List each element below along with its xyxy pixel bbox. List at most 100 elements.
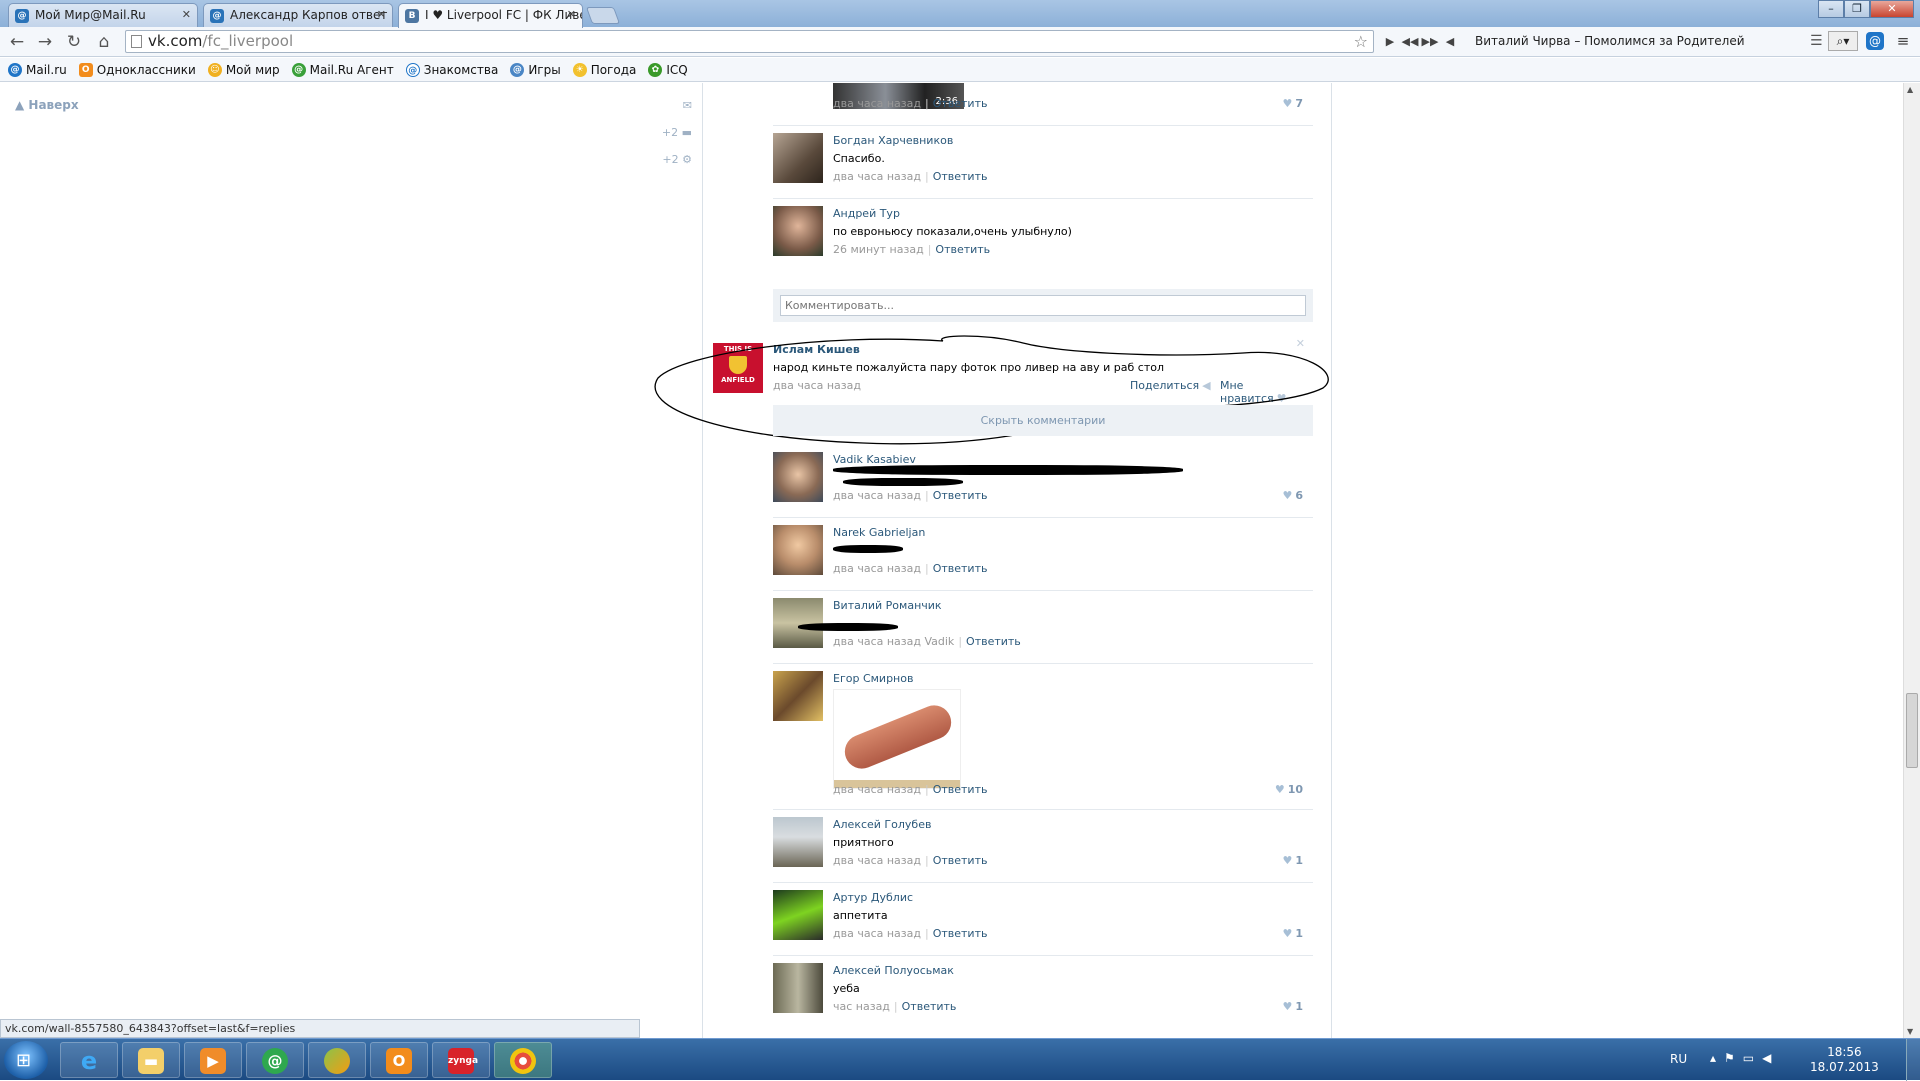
scroll-up-icon[interactable]: ▲ — [1907, 85, 1913, 94]
wrench-icon[interactable]: ≡ — [1894, 32, 1912, 50]
window-close-button[interactable]: ✕ — [1870, 0, 1914, 18]
bookmark-znakomstva[interactable]: @ Знакомства — [405, 62, 498, 77]
list-item: Narek Gabrieljan два часа назад | Ответить — [773, 518, 1313, 591]
author-link[interactable]: Narek Gabrieljan — [833, 526, 925, 539]
taskbar-agent[interactable]: @ — [246, 1042, 304, 1078]
likes-number: 1 — [1295, 854, 1303, 867]
like-count[interactable]: ♥ 1 — [1282, 1000, 1303, 1013]
taskbar-browser[interactable] — [308, 1042, 366, 1078]
scrollbar-thumb[interactable] — [1906, 693, 1918, 768]
clock[interactable]: 18:56 18.07.2013 — [1810, 1045, 1879, 1075]
reload-icon[interactable]: ↻ — [63, 31, 85, 53]
avatar[interactable] — [773, 890, 823, 940]
close-icon[interactable]: ✕ — [377, 8, 386, 21]
author-link[interactable]: Артур Дублис — [833, 891, 913, 904]
like-count[interactable]: ♥ 6 — [1282, 489, 1303, 502]
avatar[interactable] — [773, 963, 823, 1013]
author-link[interactable]: Алексей Полуосьмак — [833, 964, 954, 977]
new-tab-button[interactable] — [585, 7, 621, 24]
avatar[interactable] — [773, 206, 823, 256]
home-icon[interactable]: ⌂ — [93, 31, 115, 53]
bookmark-mailru[interactable]: @ Mail.ru — [8, 62, 67, 77]
avatar[interactable] — [773, 452, 823, 502]
vk-icon: B — [405, 9, 419, 23]
like-count[interactable]: ♥ 10 — [1275, 783, 1303, 796]
comment-input[interactable] — [780, 295, 1306, 316]
reply-link[interactable]: Ответить — [933, 489, 988, 502]
author-link[interactable]: Богдан Харчевников — [833, 134, 953, 147]
taskbar-chrome[interactable] — [494, 1042, 552, 1078]
avatar[interactable] — [773, 817, 823, 867]
reply-link[interactable]: Ответить — [935, 243, 990, 256]
reply-link[interactable]: Ответить — [966, 635, 1021, 648]
bookmark-moy-mir[interactable]: ☺ Мой мир — [207, 62, 280, 77]
like-count[interactable]: ♥ 1 — [1282, 854, 1303, 867]
messages-counter[interactable]: +2 ▬ — [660, 126, 692, 153]
avatar[interactable] — [773, 133, 823, 183]
mailru-icon: @ — [210, 9, 224, 23]
start-button[interactable]: ⊞ — [4, 1041, 48, 1079]
reply-meta: два часа назад | Ответить — [833, 562, 988, 575]
taskbar-ie[interactable]: e — [60, 1042, 118, 1078]
reply-link[interactable]: Ответить — [933, 170, 988, 183]
reply-link[interactable]: Ответить — [933, 97, 988, 110]
close-icon[interactable]: ✕ — [182, 8, 191, 21]
scroll-down-icon[interactable]: ▼ — [1907, 1027, 1913, 1036]
tab-liverpool[interactable]: B I ♥ Liverpool FC | ФК Ливе ✕ — [398, 3, 583, 28]
sausage-photo[interactable] — [833, 689, 961, 789]
volume-icon[interactable]: ◀ — [1440, 30, 1460, 53]
bookmark-games[interactable]: @ Игры — [510, 62, 561, 77]
page-scrollbar[interactable]: ▲ ▼ — [1903, 83, 1920, 1038]
taskbar-explorer[interactable]: ▬ — [122, 1042, 180, 1078]
tab-karpov[interactable]: @ Александр Карпов ответ ✕ — [203, 3, 393, 27]
play-icon[interactable]: ▶ — [1380, 30, 1400, 53]
menu-icon[interactable]: ☰ — [1810, 30, 1823, 53]
taskbar-zynga[interactable]: zynga — [432, 1042, 490, 1078]
settings-counter[interactable]: +2 ⚙ — [660, 153, 692, 180]
author-link[interactable]: Виталий Романчик — [833, 599, 942, 612]
reply-link[interactable]: Ответить — [933, 854, 988, 867]
avatar[interactable] — [773, 671, 823, 721]
list-item: Vadik Kasabiev два часа назад | Ответить ♥… — [773, 445, 1313, 518]
tray-icons[interactable]: ▴⚑▭◀ — [1710, 1051, 1779, 1065]
mailru-extension-icon[interactable]: @ — [1866, 32, 1884, 50]
back-arrow-icon[interactable]: ← — [6, 31, 28, 53]
reply-link[interactable]: Ответить — [933, 783, 988, 796]
system-tray: RU ▴⚑▭◀ 18:56 18.07.2013 — [1670, 1039, 1920, 1081]
bookmark-icq[interactable]: ✿ ICQ — [648, 62, 688, 77]
search-icon[interactable]: ⌕▾ — [1828, 31, 1858, 51]
author-link[interactable]: Vadik Kasabiev — [833, 453, 916, 466]
taskbar-odnoklassniki[interactable]: O — [370, 1042, 428, 1078]
close-icon[interactable]: ✕ — [567, 8, 576, 21]
tab-moy-mir[interactable]: @ Мой Мир@Mail.Ru ✕ — [8, 3, 198, 27]
windows-icon: ⊞ — [16, 1050, 32, 1071]
tab-label: Мой Мир@Mail.Ru — [35, 8, 146, 22]
avatar[interactable] — [773, 525, 823, 575]
taskbar-media[interactable]: ▶ — [184, 1042, 242, 1078]
reply-link[interactable]: Ответить — [902, 1000, 957, 1013]
author-link[interactable]: Андрей Тур — [833, 207, 900, 220]
bookmark-label: ICQ — [666, 62, 688, 77]
show-desktop-button[interactable] — [1906, 1039, 1920, 1081]
minimize-button[interactable]: – — [1818, 0, 1844, 18]
author-link[interactable]: Егор Смирнов — [833, 672, 913, 685]
mail-icon[interactable]: ✉ — [660, 99, 692, 126]
back-to-top-link[interactable]: ▲ Наверх — [15, 98, 79, 112]
author-link[interactable]: Алексей Голубев — [833, 818, 931, 831]
like-count[interactable]: ♥ 7 — [1282, 97, 1303, 110]
prev-icon[interactable]: ◀◀ — [1400, 30, 1420, 53]
next-icon[interactable]: ▶▶ — [1420, 30, 1440, 53]
maximize-button[interactable]: ❐ — [1844, 0, 1870, 18]
bookmark-agent[interactable]: @ Mail.Ru Агент — [291, 62, 394, 77]
hide-comments-button[interactable]: Скрыть комментарии — [773, 405, 1313, 436]
forward-arrow-icon[interactable]: → — [34, 31, 56, 53]
reply-link[interactable]: Ответить — [933, 562, 988, 575]
star-icon[interactable]: ☆ — [1354, 31, 1368, 52]
bookmark-odnoklassniki[interactable]: O Одноклассники — [78, 62, 196, 77]
like-count[interactable]: ♥ 1 — [1282, 927, 1303, 940]
reply-link[interactable]: Ответить — [933, 927, 988, 940]
language-indicator[interactable]: RU — [1670, 1052, 1687, 1066]
bookmark-weather[interactable]: ☀ Погода — [572, 62, 636, 77]
address-bar[interactable]: vk.com/fc_liverpool ☆ — [125, 30, 1374, 53]
reply-meta: два часа назад | Ответить — [833, 97, 988, 110]
